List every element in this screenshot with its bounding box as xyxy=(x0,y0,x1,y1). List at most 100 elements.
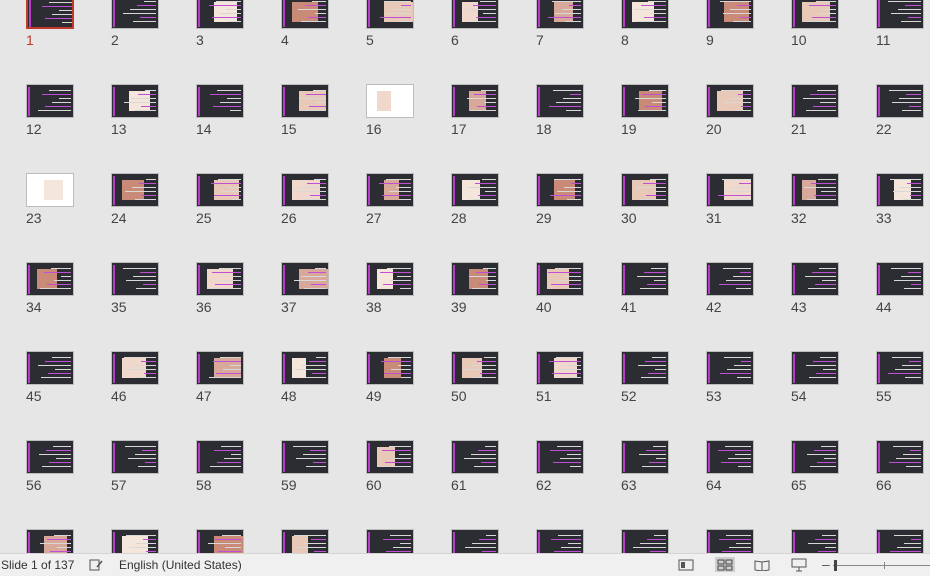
slide-thumbnail[interactable]: 5 xyxy=(364,0,416,48)
slide-thumbnail[interactable]: 49 xyxy=(364,351,416,404)
slide-thumbnail[interactable]: 3 xyxy=(194,0,246,48)
slide-preview[interactable] xyxy=(451,529,499,553)
slide-preview[interactable] xyxy=(281,351,329,385)
slide-thumbnail[interactable]: 57 xyxy=(109,440,161,493)
slide-preview[interactable] xyxy=(791,351,839,385)
slide-thumbnail[interactable]: 58 xyxy=(194,440,246,493)
slide-preview[interactable] xyxy=(876,440,924,474)
slide-preview[interactable] xyxy=(111,173,159,207)
slide-thumbnail[interactable]: 60 xyxy=(364,440,416,493)
slide-preview[interactable] xyxy=(706,351,754,385)
slide-thumbnail[interactable]: 22 xyxy=(874,84,926,137)
zoom-slider-thumb[interactable] xyxy=(834,560,837,571)
slide-preview[interactable] xyxy=(281,0,329,29)
slide-thumbnail[interactable]: 61 xyxy=(449,440,501,493)
slide-preview[interactable] xyxy=(196,351,244,385)
slide-preview[interactable] xyxy=(196,529,244,553)
slide-thumbnail[interactable]: 2 xyxy=(109,0,161,48)
notes-check-icon[interactable] xyxy=(87,557,105,572)
slide-preview[interactable] xyxy=(451,440,499,474)
slide-preview[interactable] xyxy=(876,262,924,296)
slide-thumbnail[interactable]: 73 xyxy=(534,529,586,553)
slide-thumbnail[interactable]: 38 xyxy=(364,262,416,315)
slide-preview[interactable] xyxy=(621,529,669,553)
slide-thumbnail[interactable]: 15 xyxy=(279,84,331,137)
slide-preview[interactable] xyxy=(536,262,584,296)
slide-thumbnail[interactable]: 21 xyxy=(789,84,841,137)
slide-preview[interactable] xyxy=(196,440,244,474)
slide-preview[interactable] xyxy=(451,84,499,118)
slide-preview[interactable] xyxy=(791,173,839,207)
slide-preview[interactable] xyxy=(366,84,414,118)
slide-thumbnail[interactable]: 36 xyxy=(194,262,246,315)
slide-thumbnail[interactable]: 44 xyxy=(874,262,926,315)
slide-preview[interactable] xyxy=(876,351,924,385)
zoom-slider[interactable] xyxy=(833,565,930,566)
slide-preview[interactable] xyxy=(706,0,754,29)
slide-thumbnail[interactable]: 4 xyxy=(279,0,331,48)
slide-thumbnail[interactable]: 53 xyxy=(704,351,756,404)
slide-preview[interactable] xyxy=(791,0,839,29)
slide-thumbnail[interactable]: 77 xyxy=(874,529,926,553)
slide-thumbnail[interactable]: 63 xyxy=(619,440,671,493)
slide-preview[interactable] xyxy=(706,529,754,553)
slide-preview[interactable] xyxy=(26,262,74,296)
slide-thumbnail[interactable]: 6 xyxy=(449,0,501,48)
slide-preview[interactable] xyxy=(451,351,499,385)
slide-preview[interactable] xyxy=(536,529,584,553)
slide-thumbnail[interactable]: 30 xyxy=(619,173,671,226)
slide-thumbnail[interactable]: 32 xyxy=(789,173,841,226)
slide-thumbnail[interactable]: 75 xyxy=(704,529,756,553)
slide-thumbnail[interactable]: 8 xyxy=(619,0,671,48)
slide-preview[interactable] xyxy=(111,440,159,474)
slide-preview[interactable] xyxy=(281,440,329,474)
slide-preview[interactable] xyxy=(196,262,244,296)
slide-thumbnail[interactable]: 7 xyxy=(534,0,586,48)
slide-preview[interactable] xyxy=(876,529,924,553)
slide-thumbnail[interactable]: 43 xyxy=(789,262,841,315)
slide-preview[interactable] xyxy=(281,173,329,207)
slideshow-view-icon[interactable] xyxy=(790,557,808,572)
slide-preview[interactable] xyxy=(621,84,669,118)
slide-thumbnail[interactable]: 54 xyxy=(789,351,841,404)
slide-thumbnail[interactable]: 31 xyxy=(704,173,756,226)
slide-preview[interactable] xyxy=(366,0,414,29)
normal-view-icon[interactable] xyxy=(677,557,695,572)
slide-preview[interactable] xyxy=(26,351,74,385)
slide-preview[interactable] xyxy=(621,262,669,296)
slide-thumbnail[interactable]: 28 xyxy=(449,173,501,226)
slide-thumbnail[interactable]: 59 xyxy=(279,440,331,493)
slide-preview[interactable] xyxy=(536,0,584,29)
slide-thumbnail[interactable]: 11 xyxy=(874,0,926,48)
slide-preview[interactable] xyxy=(791,84,839,118)
slide-preview[interactable] xyxy=(366,529,414,553)
slide-thumbnail[interactable]: 46 xyxy=(109,351,161,404)
zoom-out-button[interactable]: – xyxy=(822,556,830,572)
slide-thumbnail[interactable]: 24 xyxy=(109,173,161,226)
slide-preview[interactable] xyxy=(536,84,584,118)
slide-thumbnail[interactable]: 41 xyxy=(619,262,671,315)
slide-thumbnail[interactable]: 40 xyxy=(534,262,586,315)
slide-preview[interactable] xyxy=(706,173,754,207)
slide-preview[interactable] xyxy=(706,84,754,118)
slide-thumbnail[interactable]: 25 xyxy=(194,173,246,226)
slide-thumbnail[interactable]: 27 xyxy=(364,173,416,226)
slide-preview[interactable] xyxy=(536,173,584,207)
slide-thumbnail[interactable]: 10 xyxy=(789,0,841,48)
slide-thumbnail[interactable]: 68 xyxy=(109,529,161,553)
slide-preview[interactable] xyxy=(111,529,159,553)
slide-preview[interactable] xyxy=(366,262,414,296)
slide-preview[interactable] xyxy=(111,84,159,118)
slide-preview[interactable] xyxy=(791,529,839,553)
slide-preview[interactable] xyxy=(621,351,669,385)
slide-thumbnail[interactable]: 35 xyxy=(109,262,161,315)
slide-thumbnail[interactable]: 67 xyxy=(24,529,76,553)
slide-preview[interactable] xyxy=(366,173,414,207)
slide-thumbnail[interactable]: 29 xyxy=(534,173,586,226)
language-indicator[interactable]: English (United States) xyxy=(119,558,242,572)
slide-counter[interactable]: Slide 1 of 137 xyxy=(1,558,74,572)
slide-preview[interactable] xyxy=(876,0,924,29)
slide-preview[interactable] xyxy=(26,529,74,553)
slide-thumbnail[interactable]: 69 xyxy=(194,529,246,553)
slide-preview[interactable] xyxy=(111,351,159,385)
